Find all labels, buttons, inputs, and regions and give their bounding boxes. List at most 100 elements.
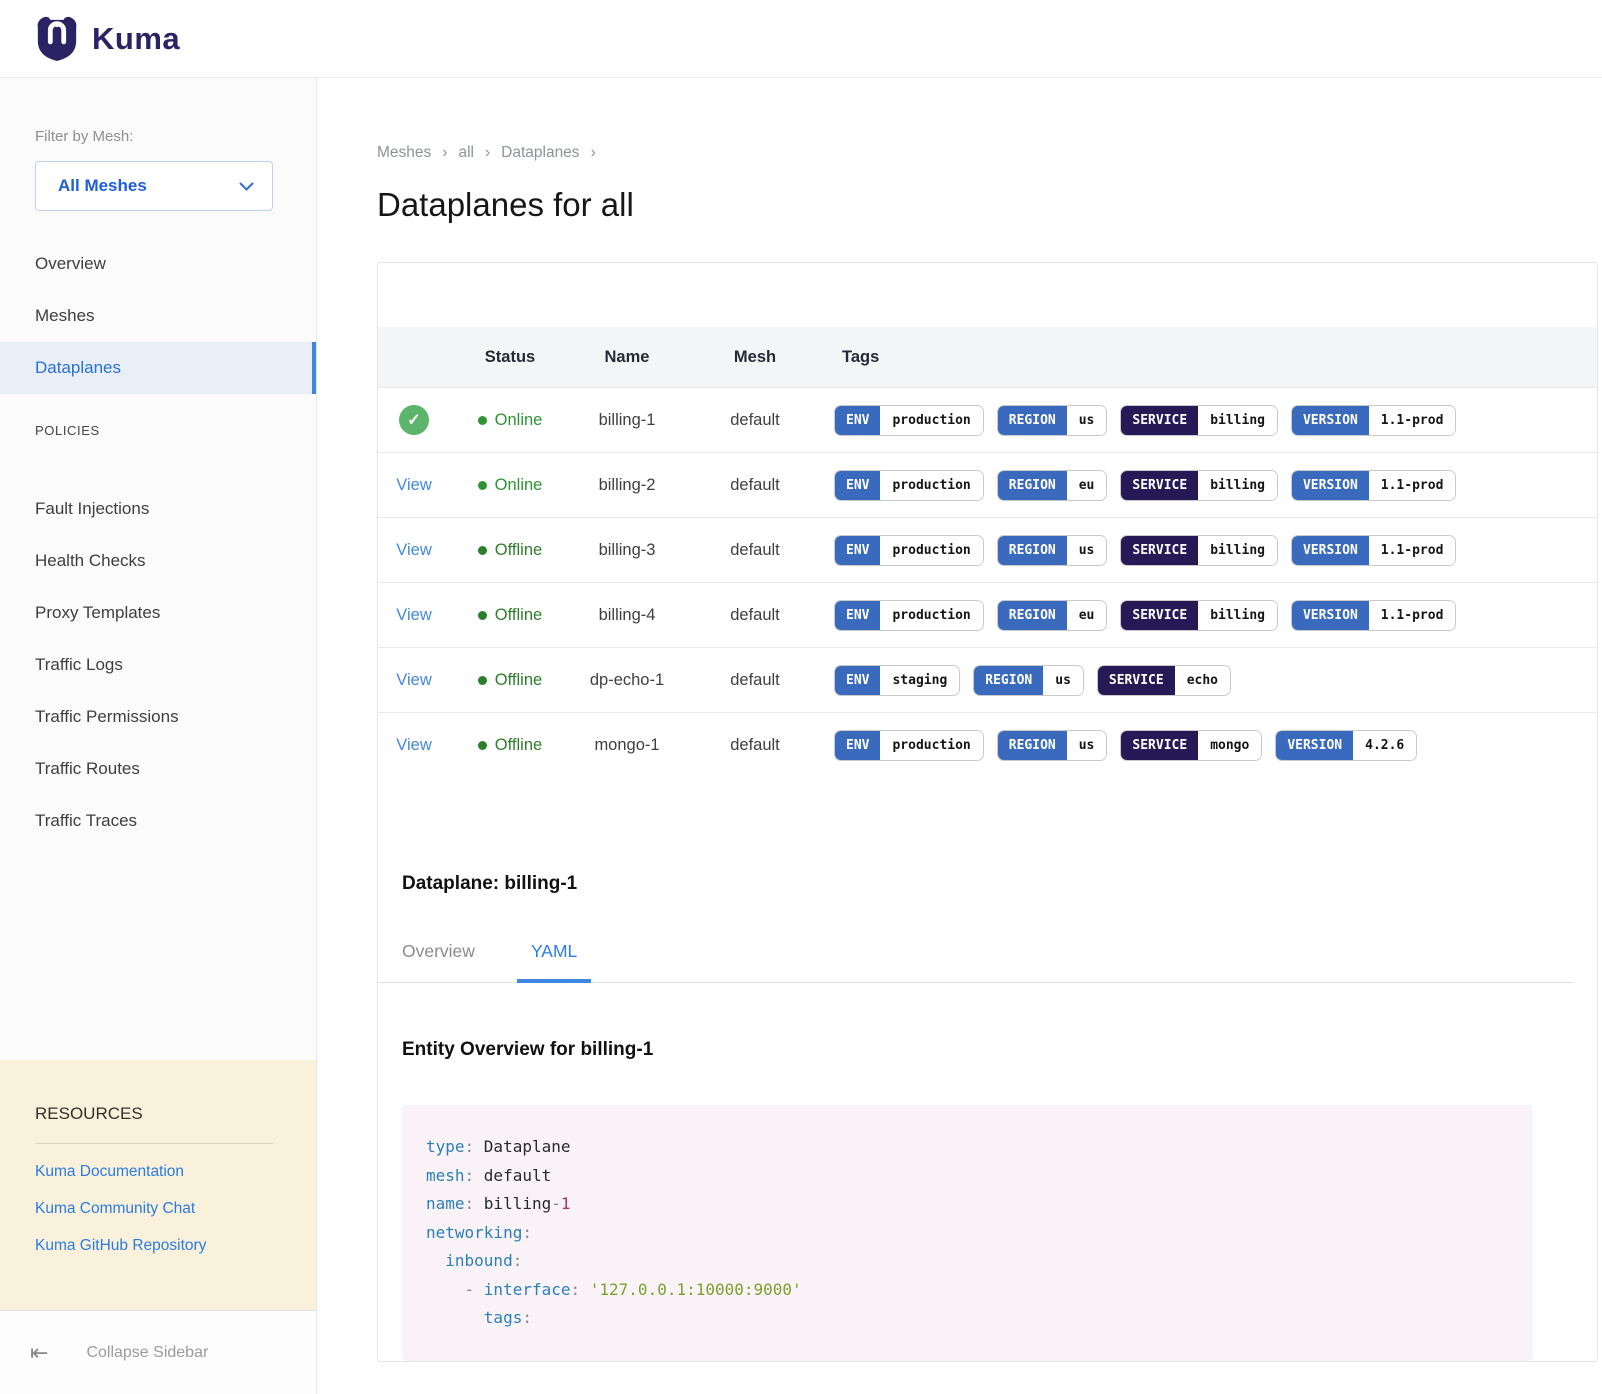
resources-links: Kuma Documentation Kuma Community Chat Kum… <box>35 1163 316 1255</box>
sidebar-item-proxy-templates[interactable]: Proxy Templates <box>0 587 316 639</box>
status-dot-icon <box>478 741 487 750</box>
sidebar-item-traffic-routes[interactable]: Traffic Routes <box>0 743 316 795</box>
sidebar-item-traffic-permissions[interactable]: Traffic Permissions <box>0 691 316 743</box>
tag-key: REGION <box>998 406 1067 435</box>
tag-key: REGION <box>998 601 1067 630</box>
tag-value: eu <box>1067 601 1107 630</box>
yaml-token: 1 <box>561 1194 571 1213</box>
breadcrumb-link-dataplanes[interactable]: Dataplanes <box>501 144 579 162</box>
yaml-line: inbound: <box>426 1247 1509 1276</box>
resource-link-kuma-github-repository[interactable]: Kuma GitHub Repository <box>35 1237 316 1255</box>
table-header-status: Status <box>450 348 570 367</box>
status-dot-icon <box>478 676 487 685</box>
sidebar-item-dataplanes[interactable]: Dataplanes <box>0 342 316 394</box>
tag-key: VERSION <box>1292 406 1369 435</box>
yaml-token: tags <box>484 1308 523 1327</box>
sidebar-item-fault-injections[interactable]: Fault Injections <box>0 483 316 535</box>
view-link[interactable]: View <box>396 671 431 690</box>
detail-tabs: Overview YAML <box>378 941 1574 983</box>
yaml-token <box>426 1280 465 1299</box>
tag-key: ENV <box>835 731 880 760</box>
tags-cell: ENVproductionREGIONusSERVICEbillingVERSI… <box>826 535 1597 566</box>
status-dot-icon <box>478 481 487 490</box>
sidebar-item-meshes[interactable]: Meshes <box>0 290 316 342</box>
tag-key: VERSION <box>1292 601 1369 630</box>
tag-key: SERVICE <box>1098 666 1175 695</box>
kuma-bear-icon <box>34 16 80 62</box>
view-link[interactable]: View <box>396 606 431 625</box>
tag-value: billing <box>1198 406 1277 435</box>
table-row: ViewOnlinebilling-2defaultENVproductionR… <box>378 452 1597 517</box>
status-cell: Offline <box>450 541 570 560</box>
tag-pill-env: ENVproduction <box>834 730 984 761</box>
sidebar-item-overview[interactable]: Overview <box>0 238 316 290</box>
tag-value: production <box>880 536 982 565</box>
status-badge: Online <box>478 476 543 495</box>
status-label: Offline <box>495 671 542 690</box>
tag-pill-region: REGIONus <box>997 730 1108 761</box>
tag-key: VERSION <box>1276 731 1353 760</box>
tag-pill-env: ENVproduction <box>834 405 984 436</box>
status-dot-icon <box>478 416 487 425</box>
yaml-token: Dataplane <box>484 1137 571 1156</box>
table-row: ✓Onlinebilling-1defaultENVproductionREGI… <box>378 387 1597 452</box>
view-link[interactable]: View <box>396 476 431 495</box>
view-link[interactable]: View <box>396 541 431 560</box>
resource-link-kuma-community-chat[interactable]: Kuma Community Chat <box>35 1200 316 1218</box>
row-action-cell: View <box>378 671 450 690</box>
top-bar: Kuma <box>0 0 1602 78</box>
yaml-token: : <box>465 1166 484 1185</box>
tag-pill-region: REGIONus <box>997 535 1108 566</box>
resource-link-kuma-documentation[interactable]: Kuma Documentation <box>35 1163 316 1181</box>
dataplane-detail-heading: Dataplane: billing-1 <box>402 873 1573 895</box>
main-content: Meshes›all›Dataplanes› Dataplanes for al… <box>317 78 1602 1394</box>
tags-cell: ENVproductionREGIONusSERVICEbillingVERSI… <box>826 405 1597 436</box>
tag-pill-region: REGIONus <box>997 405 1108 436</box>
kuma-logo[interactable]: Kuma <box>34 16 180 62</box>
yaml-token: billing <box>484 1194 551 1213</box>
mesh-cell: default <box>684 606 826 625</box>
tag-key: SERVICE <box>1121 601 1198 630</box>
tag-value: 1.1-prod <box>1369 471 1456 500</box>
sidebar-item-health-checks[interactable]: Health Checks <box>0 535 316 587</box>
resources-panel: RESOURCES Kuma DocumentationKuma Communi… <box>0 1060 316 1310</box>
table-header-mesh: Mesh <box>684 348 826 367</box>
collapse-sidebar-button[interactable]: ⇤ Collapse Sidebar <box>0 1310 316 1394</box>
tag-key: ENV <box>835 406 880 435</box>
status-badge: Offline <box>478 541 542 560</box>
tag-value: production <box>880 601 982 630</box>
yaml-token: - <box>465 1280 484 1299</box>
name-cell: dp-echo-1 <box>570 671 684 690</box>
tag-key: ENV <box>835 601 880 630</box>
yaml-token: - <box>551 1194 561 1213</box>
sidebar-item-traffic-logs[interactable]: Traffic Logs <box>0 639 316 691</box>
mesh-select[interactable]: All Meshes <box>35 161 273 211</box>
breadcrumb-link-meshes[interactable]: Meshes <box>377 144 431 162</box>
table-header-name: Name <box>570 348 684 367</box>
tag-pill-version: VERSION1.1-prod <box>1291 535 1456 566</box>
status-cell: Online <box>450 476 570 495</box>
sidebar-item-traffic-traces[interactable]: Traffic Traces <box>0 795 316 847</box>
tags-cell: ENVstagingREGIONusSERVICEecho <box>826 665 1597 696</box>
table-header-tags: Tags <box>826 348 1597 367</box>
yaml-code-block: type: Dataplanemesh: defaultname: billin… <box>402 1105 1533 1361</box>
view-link[interactable]: View <box>396 736 431 755</box>
table-header-row: StatusNameMeshTags <box>378 327 1597 387</box>
status-badge: Offline <box>478 736 542 755</box>
tab-yaml[interactable]: YAML <box>531 941 577 982</box>
tag-pill-service: SERVICEbilling <box>1120 535 1278 566</box>
mesh-cell: default <box>684 476 826 495</box>
tab-overview[interactable]: Overview <box>402 941 475 982</box>
policies-section-label: POLICIES <box>0 404 316 456</box>
breadcrumb-link-all[interactable]: all <box>458 144 474 162</box>
mesh-cell: default <box>684 411 826 430</box>
status-cell: Offline <box>450 606 570 625</box>
tag-pill-service: SERVICEmongo <box>1120 730 1262 761</box>
tag-key: SERVICE <box>1121 536 1198 565</box>
tag-pill-env: ENVstaging <box>834 665 960 696</box>
resources-divider <box>35 1143 273 1144</box>
collapse-sidebar-label: Collapse Sidebar <box>86 1344 208 1362</box>
yaml-token: inbound <box>445 1251 512 1270</box>
table-body: ✓Onlinebilling-1defaultENVproductionREGI… <box>378 387 1597 777</box>
status-dot-icon <box>478 611 487 620</box>
